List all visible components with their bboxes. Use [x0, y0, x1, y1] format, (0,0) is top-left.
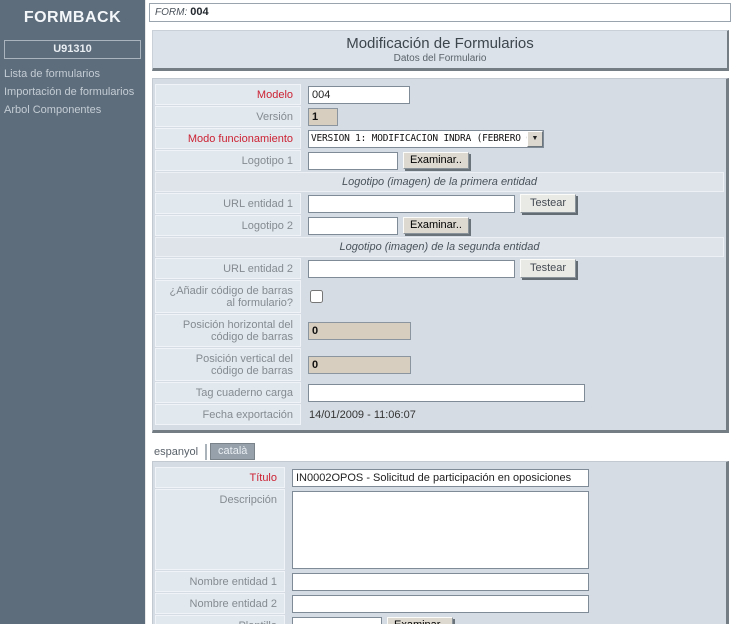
form-panel-idioma: Título Descripción Nombre entidad 1 Nomb… [152, 461, 729, 624]
codigo-barras-checkbox[interactable] [310, 290, 323, 303]
page-subtitle: Datos del Formulario [153, 53, 727, 64]
row-modo-funcionamiento: Modo funcionamiento VERSION 1: MODIFICAC… [155, 128, 724, 149]
row-fecha-exportacion: Fecha exportación 14/01/2009 - 11:06:07 [155, 404, 724, 425]
url-entidad-1-input[interactable] [308, 195, 515, 213]
row-titulo: Título [155, 467, 724, 488]
logotipo-2-file-input[interactable] [308, 217, 398, 235]
user-code-box: U91310 [4, 40, 141, 59]
version-input [308, 108, 338, 126]
app-logo: FORMBACK [0, 0, 145, 27]
logotipo-1-label: Logotipo 1 [155, 150, 301, 171]
titulo-input[interactable] [292, 469, 589, 487]
url-entidad-2-test-button[interactable]: Testear [520, 259, 576, 278]
modelo-label: Modelo [155, 84, 301, 105]
language-tabs: espanyol català [152, 443, 731, 460]
row-nombre-entidad-2: Nombre entidad 2 [155, 593, 724, 614]
url-entidad-2-input[interactable] [308, 260, 515, 278]
url-entidad-1-test-button[interactable]: Testear [520, 194, 576, 213]
page-header: Modificación de Formularios Datos del Fo… [152, 30, 729, 71]
form-id-label: FORM: [155, 7, 187, 18]
row-codigo-barras: ¿Añadir código de barras al formulario? [155, 280, 724, 313]
row-logotipo-1: Logotipo 1 Examinar.. [155, 150, 724, 171]
fecha-exportacion-label: Fecha exportación [155, 404, 301, 425]
app-window: FORMBACK U91310 Lista de formularios Imp… [0, 0, 734, 624]
modo-funcionamiento-label: Modo funcionamiento [155, 128, 301, 149]
row-posicion-horizontal: Posición horizontal del código de barras [155, 314, 724, 347]
nombre-entidad-2-input[interactable] [292, 595, 589, 613]
chevron-down-icon: ▼ [527, 131, 543, 147]
modelo-input[interactable] [308, 86, 410, 104]
sidebar-nav: Lista de formularios Importación de form… [0, 66, 145, 120]
posicion-vertical-input [308, 356, 411, 374]
descripcion-textarea[interactable] [292, 491, 589, 569]
codigo-barras-label: ¿Añadir código de barras al formulario? [155, 280, 301, 313]
row-posicion-vertical: Posición vertical del código de barras [155, 348, 724, 381]
posicion-horizontal-label: Posición horizontal del código de barras [155, 314, 301, 347]
form-id-strip: FORM: 004 [149, 3, 731, 22]
plantilla-label: Plantilla [155, 615, 285, 624]
version-label: Versión [155, 106, 301, 127]
posicion-horizontal-input [308, 322, 411, 340]
logotipo-1-file-input[interactable] [308, 152, 398, 170]
nombre-entidad-2-label: Nombre entidad 2 [155, 593, 285, 614]
tab-catala[interactable]: català [210, 443, 255, 460]
descripcion-label: Descripción [155, 489, 285, 570]
row-modelo: Modelo [155, 84, 724, 105]
logotipo-1-browse-button[interactable]: Examinar.. [403, 152, 469, 169]
sidebar-item-lista-formularios[interactable]: Lista de formularios [0, 66, 145, 84]
form-id-value: 004 [190, 6, 208, 18]
posicion-vertical-label: Posición vertical del código de barras [155, 348, 301, 381]
sidebar: FORMBACK U91310 Lista de formularios Imp… [0, 0, 146, 624]
tag-cuaderno-input[interactable] [308, 384, 585, 402]
sidebar-item-arbol-componentes[interactable]: Arbol Componentes [0, 102, 145, 120]
logotipo-2-browse-button[interactable]: Examinar.. [403, 217, 469, 234]
form-panel-datos: Modelo Versión Modo funcionamiento VERSI… [152, 78, 729, 433]
tag-cuaderno-label: Tag cuaderno carga [155, 382, 301, 403]
page-title: Modificación de Formularios [153, 35, 727, 52]
row-url-entidad-2: URL entidad 2 Testear [155, 258, 724, 279]
url-entidad-1-label: URL entidad 1 [155, 193, 301, 214]
row-plantilla: Plantilla Examinar.. [155, 615, 724, 624]
modo-funcionamiento-select[interactable]: VERSION 1: MODIFICACION INDRA (FEBRERO 0… [308, 130, 544, 148]
logotipo-2-label: Logotipo 2 [155, 215, 301, 236]
nombre-entidad-1-input[interactable] [292, 573, 589, 591]
hint-logotipo-primera-entidad: Logotipo (imagen) de la primera entidad [155, 172, 724, 192]
fecha-exportacion-value: 14/01/2009 - 11:06:07 [308, 409, 416, 421]
tab-espanyol[interactable]: espanyol [152, 444, 207, 460]
titulo-label: Título [155, 467, 285, 488]
nombre-entidad-1-label: Nombre entidad 1 [155, 571, 285, 592]
sidebar-item-importacion-formularios[interactable]: Importación de formularios [0, 84, 145, 102]
row-descripcion: Descripción [155, 489, 724, 570]
row-tag-cuaderno: Tag cuaderno carga [155, 382, 724, 403]
row-nombre-entidad-1: Nombre entidad 1 [155, 571, 724, 592]
row-url-entidad-1: URL entidad 1 Testear [155, 193, 724, 214]
hint-logotipo-segunda-entidad: Logotipo (imagen) de la segunda entidad [155, 237, 724, 257]
plantilla-browse-button[interactable]: Examinar.. [387, 617, 453, 624]
url-entidad-2-label: URL entidad 2 [155, 258, 301, 279]
row-logotipo-2: Logotipo 2 Examinar.. [155, 215, 724, 236]
row-version: Versión [155, 106, 724, 127]
plantilla-file-input[interactable] [292, 617, 382, 624]
main-content: FORM: 004 Modificación de Formularios Da… [146, 0, 734, 624]
modo-funcionamiento-selected-value: VERSION 1: MODIFICACION INDRA (FEBRERO 0… [309, 133, 527, 144]
